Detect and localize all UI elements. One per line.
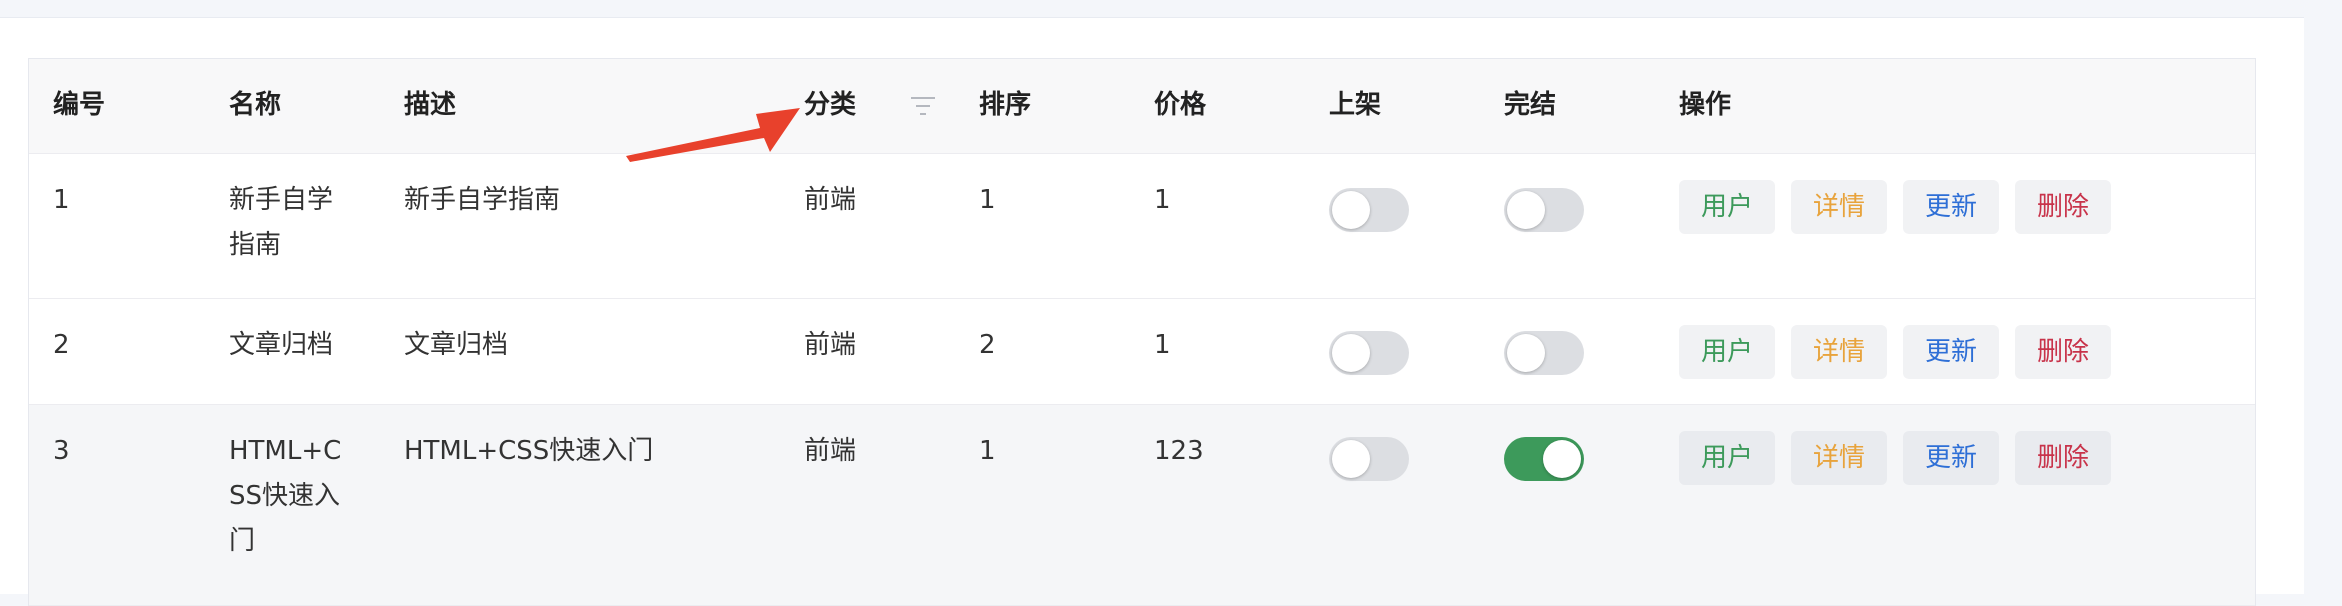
cell-price: 123: [1154, 436, 1204, 466]
table-row: 3 HTML+CSS快速入门 HTML+CSS快速入门 前端 1 123 用户 …: [29, 405, 2255, 606]
header-desc: 描述: [404, 90, 457, 120]
toggle-knob: [1543, 440, 1581, 478]
cell-price: 1: [1154, 185, 1171, 215]
cell-sort: 1: [979, 185, 996, 215]
cell-id: 3: [53, 436, 70, 466]
table-header-row: 编号 名称 描述 分类 排序 价格 上架 完结 操作: [29, 59, 2255, 154]
detail-button[interactable]: 详情: [1791, 180, 1887, 234]
delete-button[interactable]: 删除: [2015, 431, 2111, 485]
header-price: 价格: [1154, 90, 1207, 120]
page-margin-right: [2304, 0, 2342, 594]
cell-sort: 1: [979, 436, 996, 466]
user-button[interactable]: 用户: [1679, 180, 1775, 234]
published-toggle[interactable]: [1329, 437, 1409, 481]
update-button[interactable]: 更新: [1903, 431, 1999, 485]
detail-button[interactable]: 详情: [1791, 431, 1887, 485]
cell-sort: 2: [979, 330, 996, 360]
filter-icon[interactable]: [909, 95, 937, 117]
cell-desc: 新手自学指南: [404, 185, 561, 215]
red-arrow-icon: [626, 108, 800, 162]
cell-desc: HTML+CSS快速入门: [404, 436, 654, 466]
user-button[interactable]: 用户: [1679, 431, 1775, 485]
table-row: 1 新手自学指南 新手自学指南 前端 1 1 用户 详情 更新 删除: [29, 154, 2255, 299]
update-button[interactable]: 更新: [1903, 325, 1999, 379]
toggle-knob: [1332, 440, 1370, 478]
header-finished: 完结: [1504, 90, 1557, 120]
published-toggle[interactable]: [1329, 188, 1409, 232]
header-actions: 操作: [1679, 90, 1732, 120]
delete-button[interactable]: 删除: [2015, 180, 2111, 234]
cell-category: 前端: [804, 330, 857, 360]
cell-id: 2: [53, 330, 70, 360]
header-published: 上架: [1329, 90, 1382, 120]
finished-toggle[interactable]: [1504, 331, 1584, 375]
table-row: 2 文章归档 文章归档 前端 2 1 用户 详情 更新 删除: [29, 299, 2255, 405]
finished-toggle[interactable]: [1504, 188, 1584, 232]
cell-id: 1: [53, 185, 70, 215]
published-toggle[interactable]: [1329, 331, 1409, 375]
cell-category: 前端: [804, 185, 857, 215]
course-table: 编号 名称 描述 分类 排序 价格 上架 完结 操作 1 新手自学指南 新手自学…: [28, 58, 2256, 606]
toggle-knob: [1507, 334, 1545, 372]
user-button[interactable]: 用户: [1679, 325, 1775, 379]
cell-name: 文章归档: [229, 330, 334, 360]
toggle-knob: [1507, 191, 1545, 229]
cell-name: 新手自学指南: [229, 185, 334, 260]
page-header-strip: [0, 0, 2304, 18]
cell-name: HTML+CSS快速入门: [229, 436, 342, 556]
update-button[interactable]: 更新: [1903, 180, 1999, 234]
header-id: 编号: [53, 90, 106, 120]
toggle-knob: [1332, 191, 1370, 229]
toggle-knob: [1332, 334, 1370, 372]
cell-price: 1: [1154, 330, 1171, 360]
detail-button[interactable]: 详情: [1791, 325, 1887, 379]
cell-category: 前端: [804, 436, 857, 466]
header-name: 名称: [229, 90, 282, 120]
finished-toggle[interactable]: [1504, 437, 1584, 481]
header-sort: 排序: [979, 90, 1032, 120]
cell-desc: 文章归档: [404, 330, 509, 360]
delete-button[interactable]: 删除: [2015, 325, 2111, 379]
